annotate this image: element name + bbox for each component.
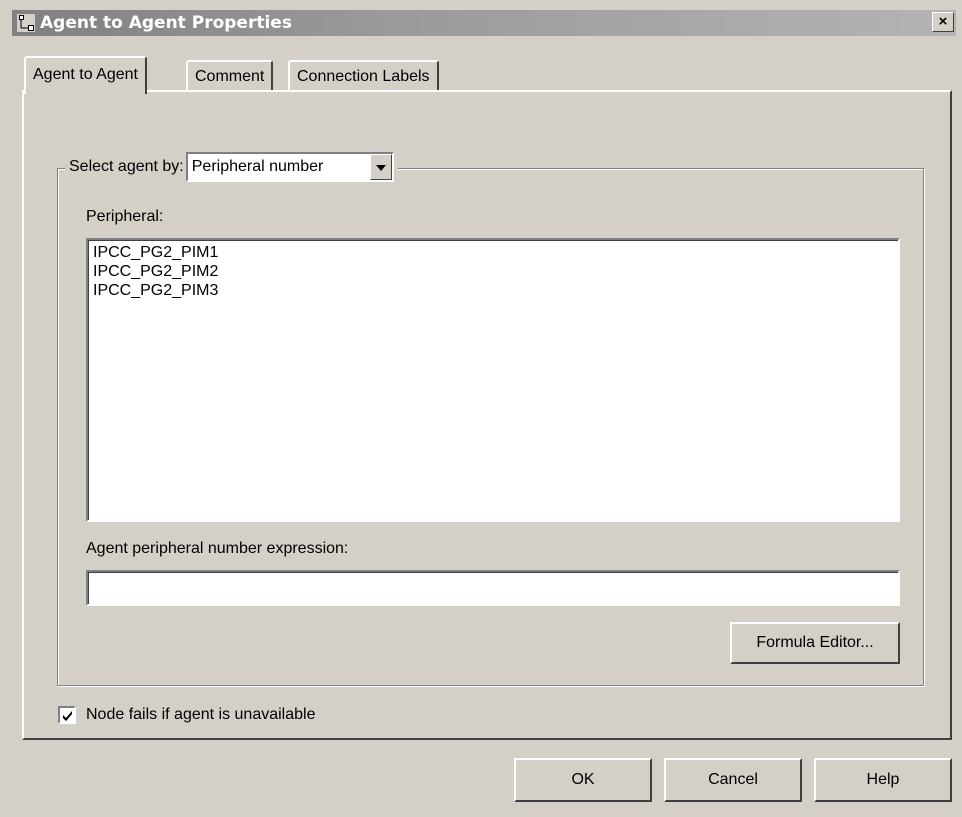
tab-comment[interactable]: Comment [186,60,274,94]
node-fails-label: Node fails if agent is unavailable [86,706,316,723]
ok-button[interactable]: OK [514,758,652,802]
title-bar[interactable]: Agent to Agent Properties × [12,10,956,36]
help-label: Help [866,771,900,788]
select-agent-legend: Select agent by: Peripheral number [65,152,398,182]
select-agent-dropdown[interactable]: Peripheral number [185,152,394,182]
formula-editor-label: Formula Editor... [756,634,874,651]
tab-label: Connection Labels [297,68,430,85]
list-item[interactable]: IPCC_PG2_PIM3 [91,281,895,300]
peripheral-listbox[interactable]: IPCC_PG2_PIM1 IPCC_PG2_PIM2 IPCC_PG2_PIM… [86,238,900,522]
tab-label: Comment [195,68,265,85]
cancel-button[interactable]: Cancel [664,758,802,802]
node-properties-icon [17,14,35,32]
select-agent-label: Select agent by: [69,158,184,175]
cancel-label: Cancel [708,771,758,788]
expression-input[interactable] [86,570,900,606]
window-title: Agent to Agent Properties [40,13,292,33]
chevron-down-icon[interactable] [369,154,392,180]
tab-connection-labels[interactable]: Connection Labels [288,60,439,94]
list-item[interactable]: IPCC_PG2_PIM2 [91,262,895,281]
peripheral-label: Peripheral: [86,208,164,225]
formula-editor-button[interactable]: Formula Editor... [730,622,900,664]
ok-label: OK [571,771,595,788]
close-icon: × [938,13,948,30]
node-fails-checkbox-row[interactable]: Node fails if agent is unavailable [58,706,315,724]
list-item[interactable]: IPCC_PG2_PIM1 [91,243,895,262]
help-button[interactable]: Help [814,758,952,802]
select-agent-value: Peripheral number [191,158,324,175]
properties-dialog: Agent to Agent Properties × Agent to Age… [0,0,962,817]
expression-label: Agent peripheral number expression: [86,540,349,557]
tab-panel-agent-to-agent: Select agent by: Peripheral number Perip… [22,90,952,740]
checkmark-icon [63,711,72,721]
tab-label: Agent to Agent [33,66,138,83]
node-fails-checkbox[interactable] [58,706,76,724]
close-button[interactable]: × [932,12,954,32]
tab-agent-to-agent[interactable]: Agent to Agent [24,56,147,94]
